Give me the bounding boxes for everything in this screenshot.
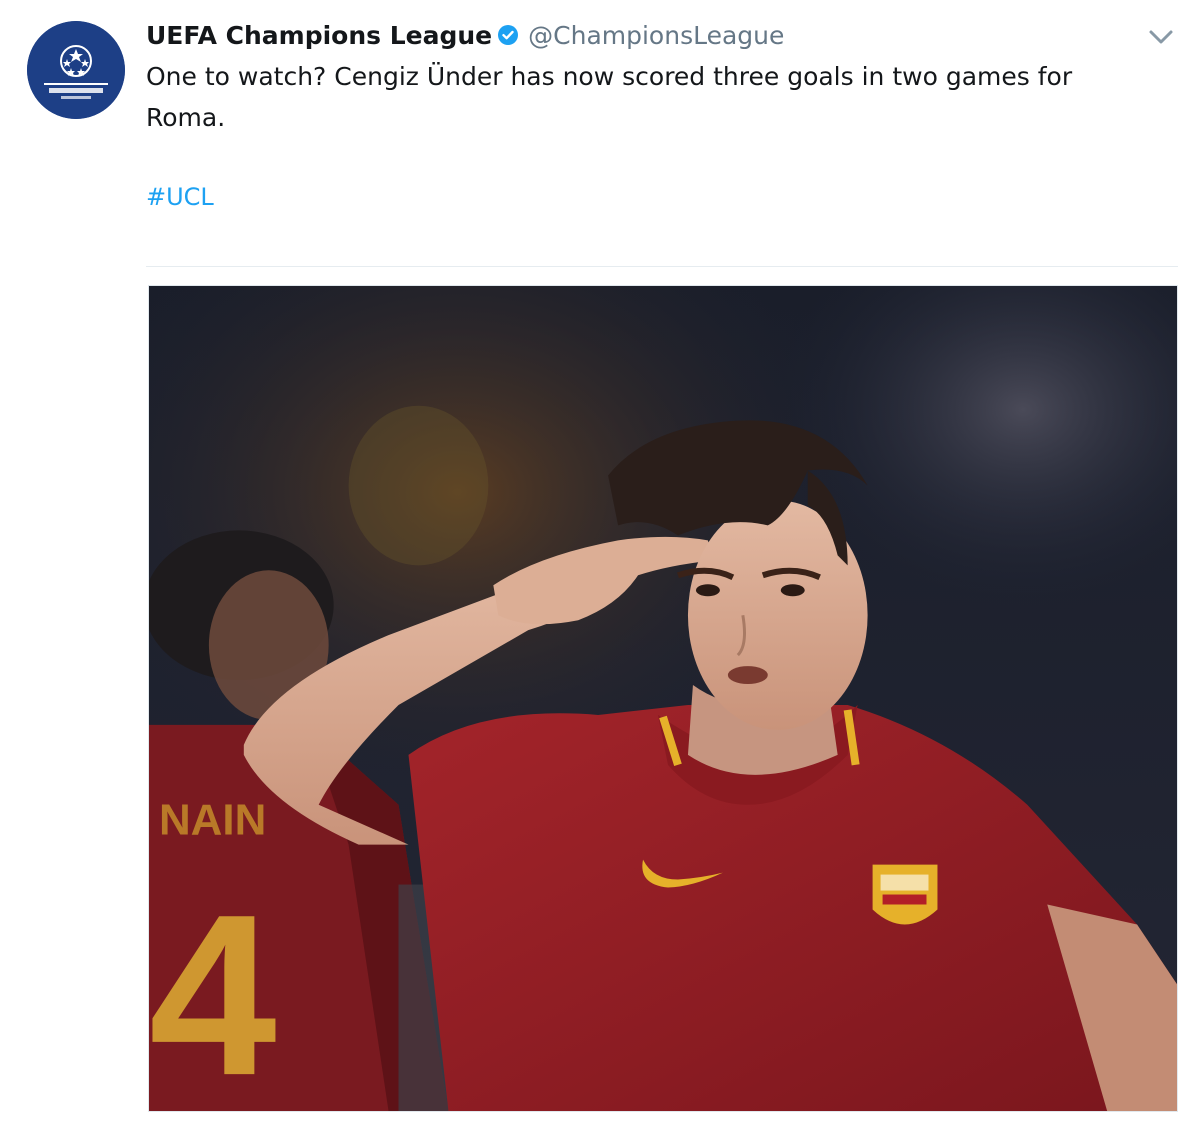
svg-text:4: 4 <box>149 866 277 1111</box>
display-name[interactable]: UEFA Champions League <box>146 21 492 50</box>
player-saluting-photo: NAIN 4 <box>149 286 1177 1111</box>
divider <box>146 266 1178 267</box>
tweet-header: UEFA Champions League @ChampionsLeague <box>146 17 784 53</box>
handle[interactable]: @ChampionsLeague <box>528 21 784 50</box>
svg-text:NAIN: NAIN <box>159 796 266 845</box>
tweet[interactable]: UEFA Champions League @ChampionsLeague O… <box>0 0 1200 1129</box>
tweet-text: One to watch? Cengiz Ünder has now score… <box>146 62 1073 132</box>
hashtag-link[interactable]: #UCL <box>146 178 214 216</box>
tweet-photo[interactable]: NAIN 4 <box>148 285 1178 1112</box>
champions-league-logo-icon <box>27 21 125 119</box>
verified-badge-icon <box>498 25 519 45</box>
avatar[interactable] <box>27 21 125 119</box>
chevron-down-icon[interactable] <box>1146 26 1176 48</box>
